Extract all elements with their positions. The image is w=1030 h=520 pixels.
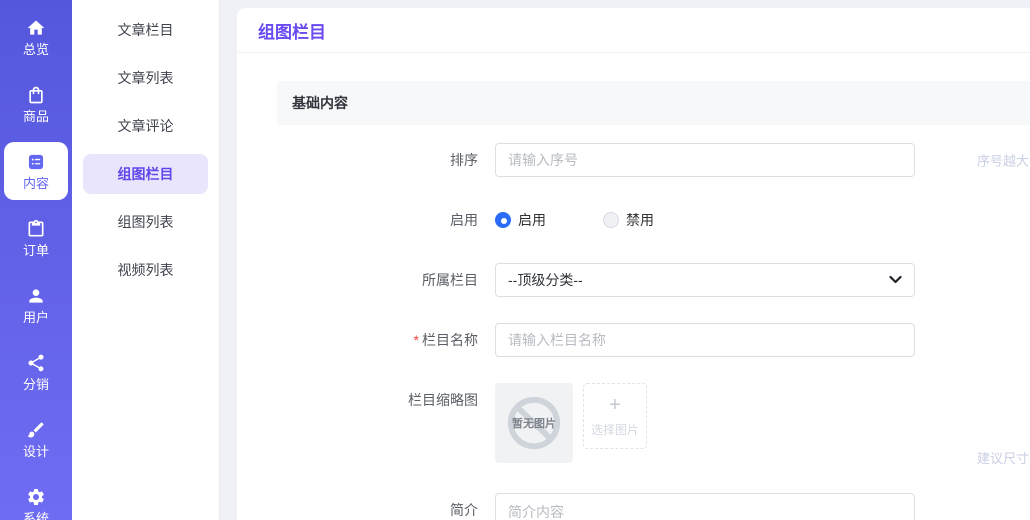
sidebar-item-label: 系统 — [22, 511, 49, 520]
sidebar-item-content[interactable]: 内容 — [4, 142, 68, 200]
thumbnail-helper-text: 建议尺寸 — [977, 451, 1030, 466]
content-icon — [28, 154, 44, 170]
parent-category-label: 所属栏目 — [422, 272, 478, 288]
radio-enable-on-label: 启用 — [518, 212, 546, 228]
sidebar-item-products[interactable]: 商品 — [4, 75, 68, 133]
main-area: 组图栏目 基础内容 排序 序号越大 启用 启用 — [220, 0, 1030, 520]
radio-dot-icon — [603, 212, 619, 228]
thumbnail-label: 栏目缩略图 — [408, 392, 478, 408]
primary-sidebar: 总览 商品 内容 订单 用户 分销 设计 系统 — [0, 0, 72, 520]
no-image-text: 暂无图片 — [512, 418, 556, 430]
sidebar-item-design[interactable]: 设计 — [4, 410, 68, 468]
sidebar-item-overview[interactable]: 总览 — [4, 8, 68, 66]
sidebar-item-orders[interactable]: 订单 — [4, 209, 68, 267]
radio-enable-on[interactable]: 启用 — [495, 210, 546, 230]
submenu-item-article-comments[interactable]: 文章评论 — [83, 106, 208, 146]
secondary-sidebar: 文章栏目 文章列表 文章评论 组图栏目 组图列表 视频列表 — [72, 0, 220, 520]
sidebar-item-label: 设计 — [22, 444, 49, 459]
form-row-enable: 启用 启用 禁用 — [277, 203, 1030, 237]
page-title: 组图栏目 — [258, 22, 326, 42]
submenu-item-article-list[interactable]: 文章列表 — [83, 58, 208, 98]
share-icon — [28, 354, 44, 372]
radio-dot-icon — [495, 212, 511, 228]
sort-label: 排序 — [450, 152, 478, 168]
thumbnail-preview: 暂无图片 — [495, 383, 573, 463]
category-name-input[interactable] — [495, 323, 915, 357]
form-row-intro: 简介 — [277, 493, 1030, 520]
enable-label: 启用 — [450, 212, 478, 228]
select-image-label: 选择图片 — [590, 422, 639, 437]
sidebar-item-label: 分销 — [22, 377, 49, 392]
shop-icon — [29, 86, 43, 104]
user-icon — [29, 289, 43, 303]
home-icon — [27, 20, 45, 35]
enable-radio-group: 启用 禁用 — [495, 203, 915, 237]
sidebar-item-label: 内容 — [22, 176, 49, 191]
required-asterisk: * — [413, 332, 419, 348]
sidebar-item-label: 用户 — [22, 310, 49, 325]
form-row-name: * 栏目名称 — [277, 323, 1030, 357]
order-icon — [28, 219, 44, 237]
category-form: 排序 序号越大 启用 启用 禁用 — [237, 125, 1030, 520]
submenu-item-gallery-list[interactable]: 组图列表 — [83, 202, 208, 242]
sidebar-item-users[interactable]: 用户 — [4, 276, 68, 334]
parent-category-select-wrap: --顶级分类-- — [495, 263, 915, 297]
sidebar-item-system[interactable]: 系统 — [4, 477, 68, 520]
form-row-thumbnail: 栏目缩略图 暂无图片 + 选择图片 建议尺寸 — [277, 383, 1030, 466]
parent-category-select[interactable]: --顶级分类-- — [495, 263, 915, 297]
sort-helper-text: 序号越大 — [977, 153, 1030, 169]
gear-icon — [28, 489, 44, 505]
sidebar-item-distribution[interactable]: 分销 — [4, 343, 68, 401]
select-image-button[interactable]: + 选择图片 — [583, 383, 647, 449]
sort-input[interactable] — [495, 143, 915, 177]
sidebar-item-label: 总览 — [22, 42, 49, 57]
submenu-item-gallery-categories[interactable]: 组图栏目 — [83, 154, 208, 194]
sidebar-item-label: 商品 — [22, 109, 49, 124]
section-bar: 基础内容 — [277, 81, 1030, 125]
section-title: 基础内容 — [292, 95, 348, 111]
radio-enable-off-label: 禁用 — [626, 212, 654, 228]
submenu-item-video-list[interactable]: 视频列表 — [83, 250, 208, 290]
brush-icon — [27, 422, 44, 438]
page-header: 组图栏目 — [237, 8, 1030, 53]
plus-icon: + — [609, 393, 621, 416]
intro-textarea[interactable] — [495, 493, 915, 520]
form-row-sort: 排序 序号越大 — [277, 143, 1030, 177]
intro-label: 简介 — [450, 502, 478, 518]
content-card: 组图栏目 基础内容 排序 序号越大 启用 启用 — [237, 8, 1030, 520]
form-row-parent-category: 所属栏目 --顶级分类-- — [277, 263, 1030, 297]
sidebar-item-label: 订单 — [22, 243, 49, 258]
radio-enable-off[interactable]: 禁用 — [603, 210, 654, 230]
name-label: * 栏目名称 — [413, 332, 478, 348]
submenu-item-article-categories[interactable]: 文章栏目 — [83, 10, 208, 50]
